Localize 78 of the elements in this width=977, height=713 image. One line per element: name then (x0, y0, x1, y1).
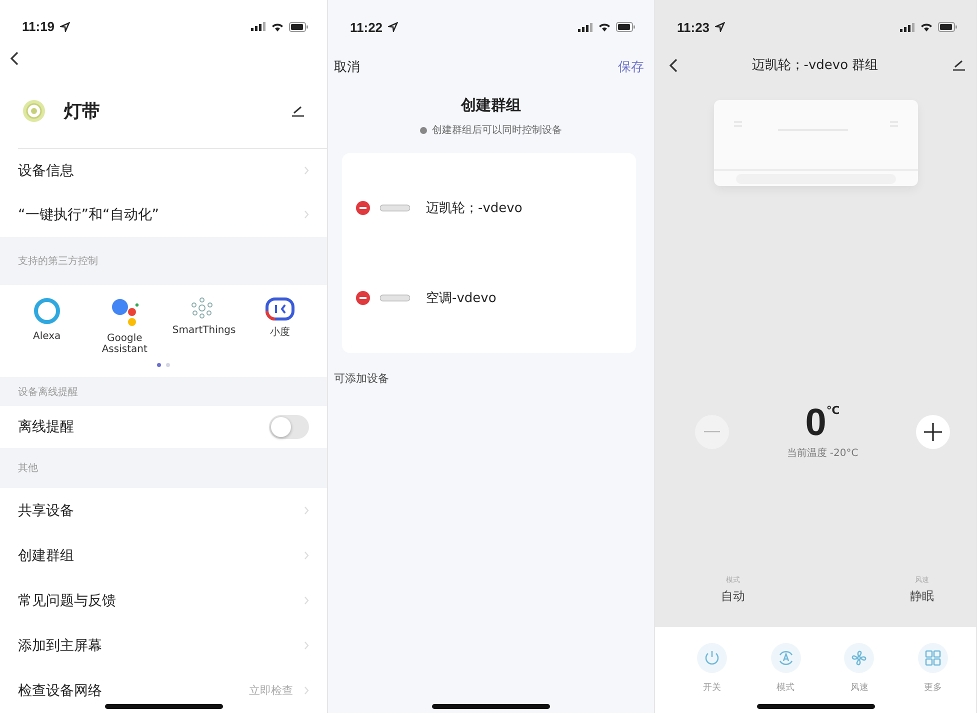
section-title: 其他 (18, 462, 38, 476)
status-time: 11:19 (22, 19, 55, 34)
hub-nodes-icon (191, 296, 214, 319)
setting-value: 静眠 (910, 588, 934, 605)
member-name: 空调-vdevo (426, 290, 496, 307)
service-name: Google Assistant (100, 332, 148, 355)
page-dot[interactable] (166, 362, 170, 367)
section-title: 设备离线提醒 (18, 386, 78, 398)
menu-label: 设备信息 (18, 162, 74, 180)
page-title: 迈凯轮；-vdevo 群组 (752, 57, 878, 74)
signal-icon (251, 22, 266, 32)
location-arrow-icon (714, 22, 725, 32)
chevron-right-icon (304, 210, 309, 220)
service-item[interactable]: Alexa (8, 296, 86, 355)
increase-button[interactable] (916, 415, 950, 449)
plus-icon (924, 423, 942, 441)
service-item[interactable]: Google Assistant (86, 296, 164, 355)
wifi-icon (271, 22, 284, 32)
tape-roll-icon (22, 98, 46, 123)
page-dot[interactable] (157, 362, 161, 367)
chevron-right-icon (304, 166, 309, 176)
section-title: 支持的第三方控制 (18, 254, 98, 268)
signal-icon (578, 22, 593, 32)
wifi-icon (920, 22, 933, 32)
face-screen-icon (265, 296, 296, 321)
signal-icon (900, 22, 915, 32)
menu-label: “一键执行”和“自动化” (18, 206, 160, 224)
toggle-switch[interactable] (269, 415, 309, 440)
minus-icon (704, 431, 720, 433)
location-arrow-icon (388, 22, 398, 32)
menu-label: 共享设备 (18, 502, 74, 520)
save-button[interactable]: 保存 (618, 58, 644, 76)
location-arrow-icon (60, 22, 70, 32)
grid-icon (925, 650, 942, 666)
hint-text: 创建群组后可以同时控制设备 (432, 124, 562, 137)
remove-button[interactable] (356, 201, 370, 215)
battery-icon (289, 22, 309, 32)
back-button[interactable] (669, 58, 678, 72)
remove-button[interactable] (356, 291, 370, 305)
air-conditioner-icon (380, 204, 410, 212)
chevron-right-icon (304, 596, 309, 606)
page-title: 创建群组 (460, 96, 522, 115)
section-title: 可添加设备 (333, 371, 390, 387)
status-time: 11:22 (350, 20, 383, 34)
menu-label: 添加到主屏幕 (18, 636, 102, 655)
current-temperature: 当前温度 -20°C (786, 446, 858, 460)
service-name: Alexa (32, 330, 62, 342)
menu-value: 立即检查 (249, 683, 293, 698)
air-conditioner-icon (380, 294, 410, 302)
service-name: 小度 (269, 326, 292, 338)
power-icon (702, 649, 721, 667)
chevron-right-icon (304, 686, 309, 695)
service-item[interactable]: SmartThings (164, 296, 242, 355)
status-time: 11:23 (677, 20, 710, 34)
menu-label: 检查设备网络 (18, 682, 102, 700)
menu-label: 创建群组 (18, 546, 74, 565)
back-button[interactable] (10, 51, 19, 66)
battery-icon (938, 22, 958, 32)
cancel-button[interactable]: 取消 (334, 58, 360, 76)
chevron-right-icon (304, 506, 309, 516)
chevron-right-icon (304, 641, 309, 650)
member-name: 迈凯轮；-vdevo (426, 200, 522, 217)
wifi-icon (598, 22, 611, 32)
setting-value: 自动 (721, 588, 745, 605)
target-temperature: 0 (805, 404, 826, 442)
service-item[interactable]: 小度 (241, 296, 319, 355)
menu-label: 离线提醒 (18, 418, 74, 436)
temperature-unit: ℃ (826, 404, 840, 417)
chevron-right-icon (304, 551, 309, 560)
letter-a-cycle-icon (776, 649, 795, 667)
battery-icon (616, 22, 636, 32)
ring-icon (32, 296, 61, 325)
edit-button[interactable] (291, 104, 305, 117)
fan-icon (850, 649, 868, 667)
device-name: 灯带 (64, 100, 101, 123)
edit-button[interactable] (952, 59, 966, 71)
menu-label: 常见问题与反馈 (18, 592, 116, 610)
colored-dots-icon (110, 296, 140, 327)
